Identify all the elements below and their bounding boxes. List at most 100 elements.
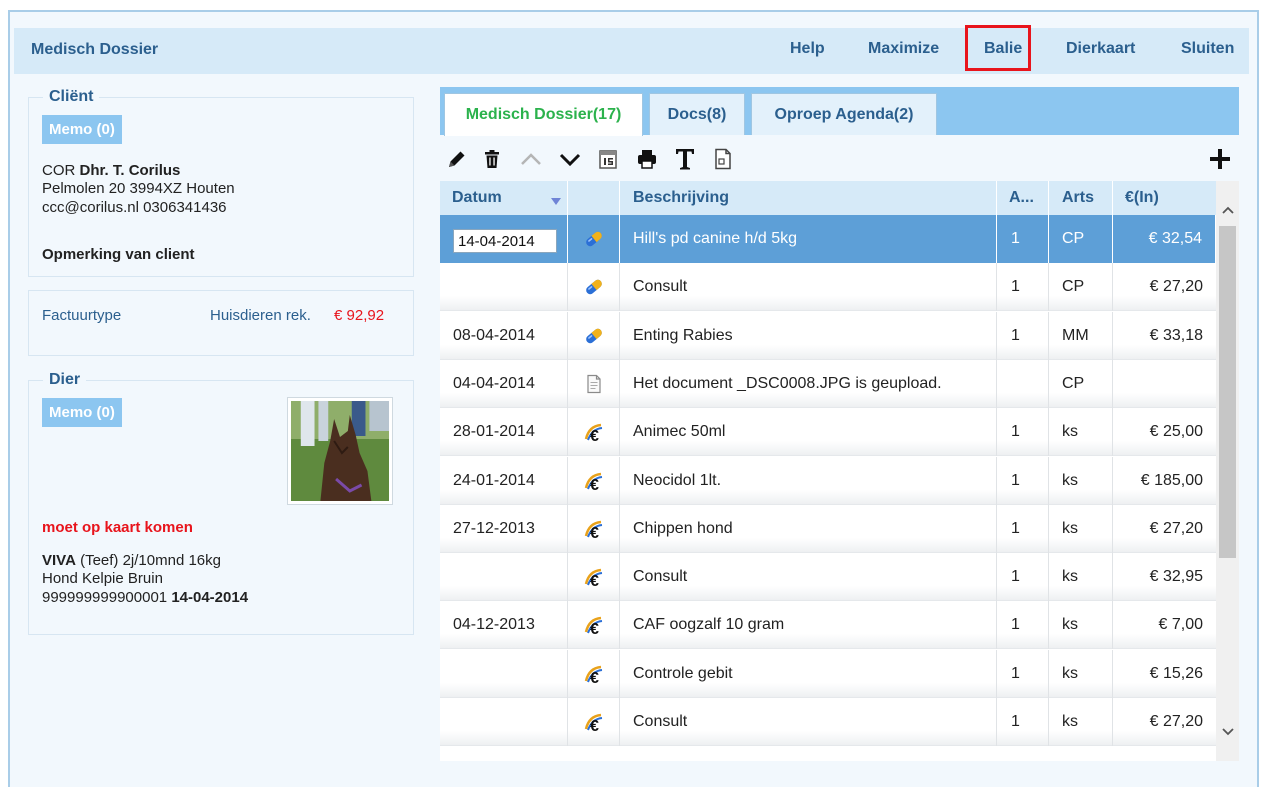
col-beschrijving-header[interactable]: Beschrijving bbox=[620, 181, 997, 215]
date-input[interactable] bbox=[453, 229, 557, 253]
date-cell[interactable]: 04-04-2014 bbox=[440, 359, 568, 408]
date-cell[interactable]: 24-01-2014 bbox=[440, 456, 568, 505]
table-row[interactable]: 24-01-2014 € Neocidol 1lt. 1 ks € 185,00 bbox=[440, 456, 1216, 505]
grid-header: Datum Beschrijving A... Arts €(In) bbox=[440, 181, 1216, 215]
quantity-cell: 1 bbox=[997, 601, 1049, 650]
client-memo-button[interactable]: Memo (0) bbox=[42, 115, 122, 144]
table-row[interactable]: 04-12-2013 € CAF oogzalf 10 gram 1 ks € 7,00 bbox=[440, 601, 1216, 650]
amount-cell: € 32,54 bbox=[1113, 215, 1216, 263]
top-bar: Medisch Dossier Help Maximize Balie Dier… bbox=[14, 25, 1249, 74]
euro-payment-icon: € bbox=[568, 408, 620, 457]
date-cell[interactable]: 27-12-2013 bbox=[440, 504, 568, 553]
col-euro-in-header[interactable]: €(In) bbox=[1113, 181, 1216, 215]
document-icon[interactable] bbox=[710, 145, 736, 173]
quantity-cell: 1 bbox=[997, 649, 1049, 698]
scroll-up-icon[interactable] bbox=[1221, 203, 1235, 217]
table-row[interactable]: Hill's pd canine h/d 5kg1CP€ 32,54 bbox=[440, 215, 1216, 263]
calendar-icon[interactable] bbox=[595, 145, 621, 173]
euro-payment-icon: € bbox=[568, 649, 620, 698]
date-cell[interactable] bbox=[440, 649, 568, 698]
table-row[interactable]: 04-04-2014 Het document _DSC0008.JPG is g… bbox=[440, 359, 1216, 408]
invoice-amount: € 92,92 bbox=[334, 307, 385, 324]
sort-desc-icon[interactable] bbox=[551, 198, 561, 205]
chevron-down-icon[interactable] bbox=[557, 145, 583, 173]
tab-oproep-agenda[interactable]: Oproep Agenda(2) bbox=[751, 93, 937, 135]
scroll-down-icon[interactable] bbox=[1221, 725, 1235, 739]
record-toolbar bbox=[440, 143, 1239, 175]
app-title: Medisch Dossier bbox=[31, 41, 159, 58]
table-row[interactable]: € Consult 1 ks € 32,95 bbox=[440, 553, 1216, 602]
grid-scrollbar[interactable] bbox=[1216, 181, 1239, 761]
table-row[interactable]: 27-12-2013 € Chippen hond 1 ks € 27,20 bbox=[440, 504, 1216, 553]
vet-cell: CP bbox=[1049, 215, 1113, 263]
animal-alert: moet op kaart komen bbox=[42, 519, 193, 536]
scroll-thumb[interactable] bbox=[1219, 226, 1236, 558]
animal-chip: 999999999900001 bbox=[42, 589, 168, 606]
description-cell: Hill's pd canine h/d 5kg bbox=[620, 215, 997, 263]
vet-cell: ks bbox=[1049, 649, 1113, 698]
chevron-up-icon[interactable] bbox=[518, 145, 544, 173]
date-cell[interactable]: 28-01-2014 bbox=[440, 408, 568, 457]
animal-details: (Teef) 2j/10mnd 16kg bbox=[80, 552, 221, 569]
table-row[interactable]: € Controle gebit 1 ks € 15,26 bbox=[440, 649, 1216, 698]
date-cell bbox=[440, 215, 568, 263]
animal-breed: Hond Kelpie Bruin bbox=[42, 570, 163, 587]
col-datum-header[interactable]: Datum bbox=[440, 181, 568, 215]
amount-cell: € 27,20 bbox=[1149, 519, 1203, 537]
svg-text:€: € bbox=[590, 573, 599, 588]
client-remark: Opmerking van client bbox=[42, 246, 195, 263]
client-address: Pelmolen 20 3994XZ Houten bbox=[42, 180, 235, 197]
text-icon[interactable] bbox=[672, 145, 698, 173]
vet-cell: ks bbox=[1049, 408, 1113, 457]
plus-icon[interactable] bbox=[1207, 145, 1233, 173]
animal-photo[interactable] bbox=[287, 397, 393, 505]
client-name: Dhr. T. Corilus bbox=[79, 162, 181, 179]
quantity-cell: 1 bbox=[997, 263, 1049, 312]
tab-medisch-dossier[interactable]: Medisch Dossier(17) bbox=[444, 93, 643, 136]
description-cell: Neocidol 1lt. bbox=[620, 456, 997, 505]
quantity-cell: 1 bbox=[997, 408, 1049, 457]
svg-text:€: € bbox=[590, 621, 599, 636]
col-aantal-header[interactable]: A... bbox=[997, 181, 1049, 215]
client-contact: ccc@corilus.nl 0306341436 bbox=[42, 199, 227, 216]
amount-cell: € 27,20 bbox=[1149, 713, 1203, 730]
sluiten-menu-item[interactable]: Sluiten bbox=[1181, 40, 1234, 58]
amount-cell: € 33,18 bbox=[1149, 326, 1203, 344]
trash-icon[interactable] bbox=[479, 145, 505, 173]
description-cell: Chippen hond bbox=[620, 504, 997, 553]
svg-text:€: € bbox=[590, 525, 599, 540]
table-row[interactable]: Consult 1 CP € 27,20 bbox=[440, 263, 1216, 312]
balie-menu-item[interactable]: Balie bbox=[984, 40, 1022, 58]
pencil-icon[interactable] bbox=[444, 145, 470, 173]
euro-payment-icon: € bbox=[568, 601, 620, 650]
help-menu-item[interactable]: Help bbox=[790, 40, 825, 58]
quantity-cell: 1 bbox=[997, 215, 1049, 263]
dierkaart-menu-item[interactable]: Dierkaart bbox=[1066, 40, 1135, 58]
table-row[interactable]: 28-01-2014 € Animec 50ml 1 ks € 25,00 bbox=[440, 408, 1216, 457]
table-row[interactable]: 08-04-2014 Enting Rabies 1 MM € 33,18 bbox=[440, 311, 1216, 360]
amount-cell: € 185,00 bbox=[1140, 471, 1203, 489]
description-cell: Animec 50ml bbox=[620, 408, 997, 457]
col-arts-header[interactable]: Arts bbox=[1049, 181, 1113, 215]
date-cell[interactable]: 08-04-2014 bbox=[440, 311, 568, 360]
invoice-type-label: Factuurtype bbox=[42, 307, 122, 324]
medication-icon bbox=[568, 263, 620, 312]
svg-text:€: € bbox=[590, 718, 599, 733]
tab-bar: Medisch Dossier(17) Docs(8) Oproep Agend… bbox=[440, 87, 1239, 136]
animal-memo-button[interactable]: Memo (0) bbox=[42, 398, 122, 427]
animal-chip-line: 999999999900001 14-04-2014 bbox=[42, 589, 248, 607]
quantity-cell: 1 bbox=[997, 504, 1049, 553]
amount-cell: € 15,26 bbox=[1149, 664, 1203, 682]
date-cell[interactable] bbox=[440, 263, 568, 312]
client-name-line: COR Dhr. T. Corilus bbox=[42, 162, 180, 180]
maximize-menu-item[interactable]: Maximize bbox=[868, 40, 939, 58]
date-cell[interactable] bbox=[440, 553, 568, 602]
medication-icon bbox=[568, 311, 620, 360]
date-cell[interactable] bbox=[440, 698, 568, 746]
table-row[interactable]: € Consult 1 ks € 27,20 bbox=[440, 698, 1216, 746]
tab-docs[interactable]: Docs(8) bbox=[649, 93, 745, 135]
animal-name: VIVA bbox=[42, 552, 76, 569]
invoice-panel: Factuurtype Huisdieren rek. € 92,92 bbox=[28, 290, 414, 356]
date-cell[interactable]: 04-12-2013 bbox=[440, 601, 568, 650]
printer-icon[interactable] bbox=[634, 145, 660, 173]
